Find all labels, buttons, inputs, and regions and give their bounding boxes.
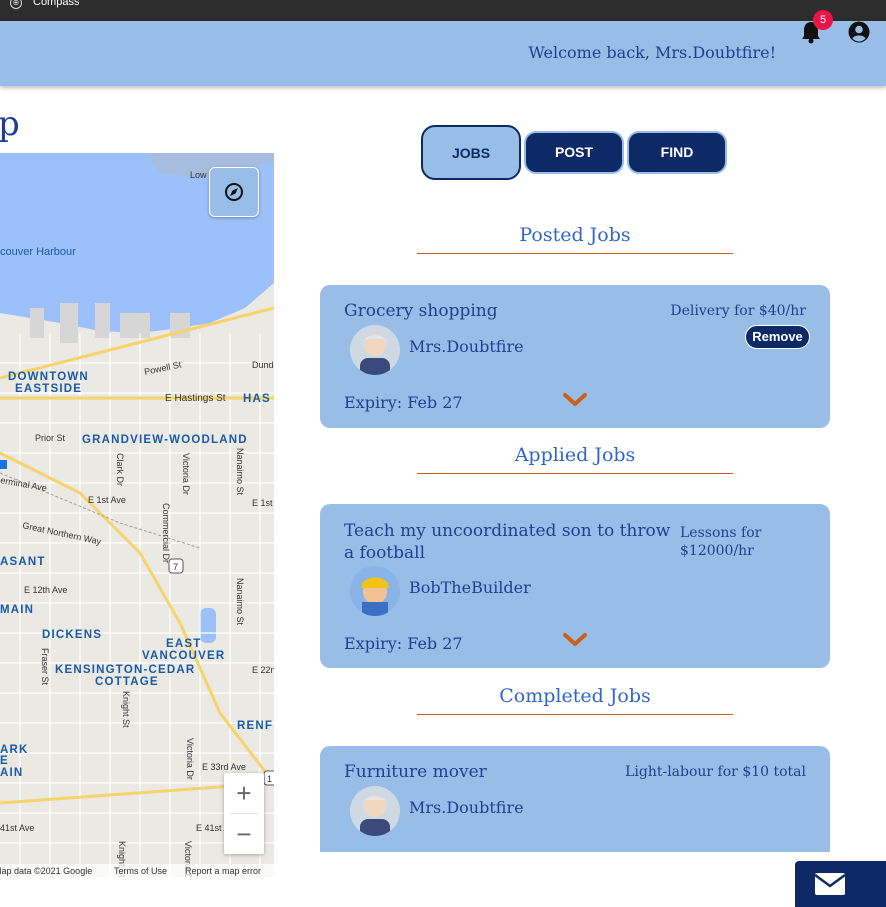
avatar: [350, 566, 400, 616]
chevron-down-icon[interactable]: [562, 631, 588, 649]
map-label-ain: AIN: [0, 767, 23, 779]
map-label-hwy7: 7: [173, 562, 178, 572]
map-label-grandview: GRANDVIEW-WOODLAND: [82, 434, 248, 446]
map-label-hwy1: 1: [267, 774, 272, 784]
job-expiry: Expiry: Feb 27: [344, 393, 463, 412]
map-label-e33rd: E 33rd Ave: [202, 762, 246, 772]
map-label-e22nd: E 22nd: [252, 665, 274, 675]
tab-jobs[interactable]: JOBS: [421, 125, 521, 180]
job-title-line-2: a football: [344, 543, 426, 563]
map-label-knight: Knight St: [121, 691, 131, 728]
messages-button[interactable]: [795, 861, 886, 907]
map-attribution: Map data ©2021 Google Terms of Use Repor…: [0, 864, 274, 878]
posted-jobs-heading: Posted Jobs: [417, 224, 733, 254]
compass-icon: ⊕: [10, 0, 22, 9]
zoom-out-button[interactable]: −: [224, 814, 264, 854]
envelope-icon: [814, 873, 846, 895]
map-label-dickens: DICKENS: [42, 629, 102, 641]
os-menu-bar: ⊕ Compass: [0, 0, 886, 21]
map-label-prior: Prior St: [35, 433, 66, 443]
top-header: Welcome back, Mrs.Doubtfire!: [0, 21, 886, 86]
job-expiry: Expiry: Feb 27: [344, 634, 463, 653]
map-label-renf: RENF: [237, 720, 273, 732]
completed-jobs-heading: Completed Jobs: [417, 685, 733, 715]
notification-badge: 5: [813, 10, 833, 30]
map-label-asant: ASANT: [0, 556, 46, 568]
zoom-in-button[interactable]: +: [224, 773, 264, 813]
report-map-error-link[interactable]: Report a map error: [185, 866, 261, 876]
map-label-has: HAS: [243, 393, 271, 405]
recenter-button[interactable]: [209, 167, 259, 217]
map-label-nanaimo-2: Nanaimo St: [235, 578, 245, 626]
welcome-message: Welcome back, Mrs.Doubtfire!: [528, 43, 776, 62]
job-title: Teach my uncoordinated son to throw a fo…: [344, 520, 670, 564]
remove-button[interactable]: Remove: [745, 325, 810, 349]
map-label-e12th: E 12th Ave: [24, 585, 67, 595]
terms-link[interactable]: Terms of Use: [114, 866, 167, 876]
map-label-hastings: E Hastings St: [165, 393, 226, 404]
applied-job-card[interactable]: Teach my uncoordinated son to throw a fo…: [320, 504, 830, 668]
map-heading: p: [0, 104, 20, 144]
job-rate: Delivery for $40/hr: [670, 303, 806, 319]
completed-job-card[interactable]: Furniture mover Light-labour for $10 tot…: [320, 746, 830, 852]
map-label-kensington: KENSINGTON-CEDAR: [55, 664, 195, 676]
map-label-downtown: DOWNTOWN: [8, 371, 89, 383]
map-label-harbour: couver Harbour: [0, 246, 76, 258]
tab-post[interactable]: POST: [524, 131, 624, 174]
job-rate: Lessons for $12000/hr: [680, 524, 761, 560]
map-label-cottage: COTTAGE: [95, 676, 159, 688]
map-label-dunda: Dunda: [252, 360, 274, 370]
map-label-fraser: Fraser St: [40, 648, 50, 686]
map-label-e: E: [0, 755, 9, 767]
map-label-41st: 41st Ave: [0, 823, 34, 833]
map-label-vancouver: VANCOUVER: [142, 650, 225, 662]
map-label-powell: Powell St: [143, 359, 182, 377]
chevron-down-icon[interactable]: [562, 391, 588, 409]
map-label-main: MAIN: [0, 604, 34, 616]
poster-name: BobTheBuilder: [409, 578, 531, 597]
poster-name: Mrs.Doubtfire: [409, 798, 524, 817]
job-rate-line-1: Lessons for: [680, 525, 762, 541]
map-data-credit: Map data ©2021 Google: [0, 866, 93, 876]
avatar: [350, 786, 400, 836]
app-name: Compass: [33, 0, 80, 8]
map-label-clark: Clark Dr: [115, 453, 125, 486]
job-title: Grocery shopping: [344, 301, 498, 321]
compass-icon: [225, 183, 243, 201]
posted-job-card[interactable]: Grocery shopping Delivery for $40/hr Rem…: [320, 285, 830, 428]
map-label-victoria-2: Victoria Dr: [185, 738, 195, 780]
map-label-e1st-b: E 1st A: [252, 498, 274, 508]
zoom-control: + −: [224, 773, 264, 854]
map-label-east: EAST: [166, 638, 201, 650]
tab-find[interactable]: FIND: [627, 131, 727, 174]
job-title-line-1: Teach my uncoordinated son to throw: [344, 521, 671, 541]
map-label-eastside: EASTSIDE: [15, 383, 82, 395]
map-label-victoria: Victoria Dr: [181, 453, 191, 495]
user-circle-icon[interactable]: [848, 21, 870, 43]
map-label-terminal: erminal Ave: [0, 475, 48, 493]
job-rate-line-2: $12000/hr: [680, 543, 754, 559]
applied-jobs-heading: Applied Jobs: [417, 444, 733, 474]
poster-name: Mrs.Doubtfire: [409, 337, 524, 356]
map-label-nanaimo: Nanaimo St: [235, 448, 245, 496]
map-label-e1st: E 1st Ave: [88, 495, 126, 505]
avatar: [350, 325, 400, 375]
job-title: Furniture mover: [344, 762, 487, 782]
map-label-commercial: Commercial Dr: [161, 503, 171, 563]
job-rate: Light-labour for $10 total: [625, 764, 806, 780]
map-view[interactable]: DOWNTOWN EASTSIDE GRANDVIEW-WOODLAND HAS…: [0, 153, 274, 877]
